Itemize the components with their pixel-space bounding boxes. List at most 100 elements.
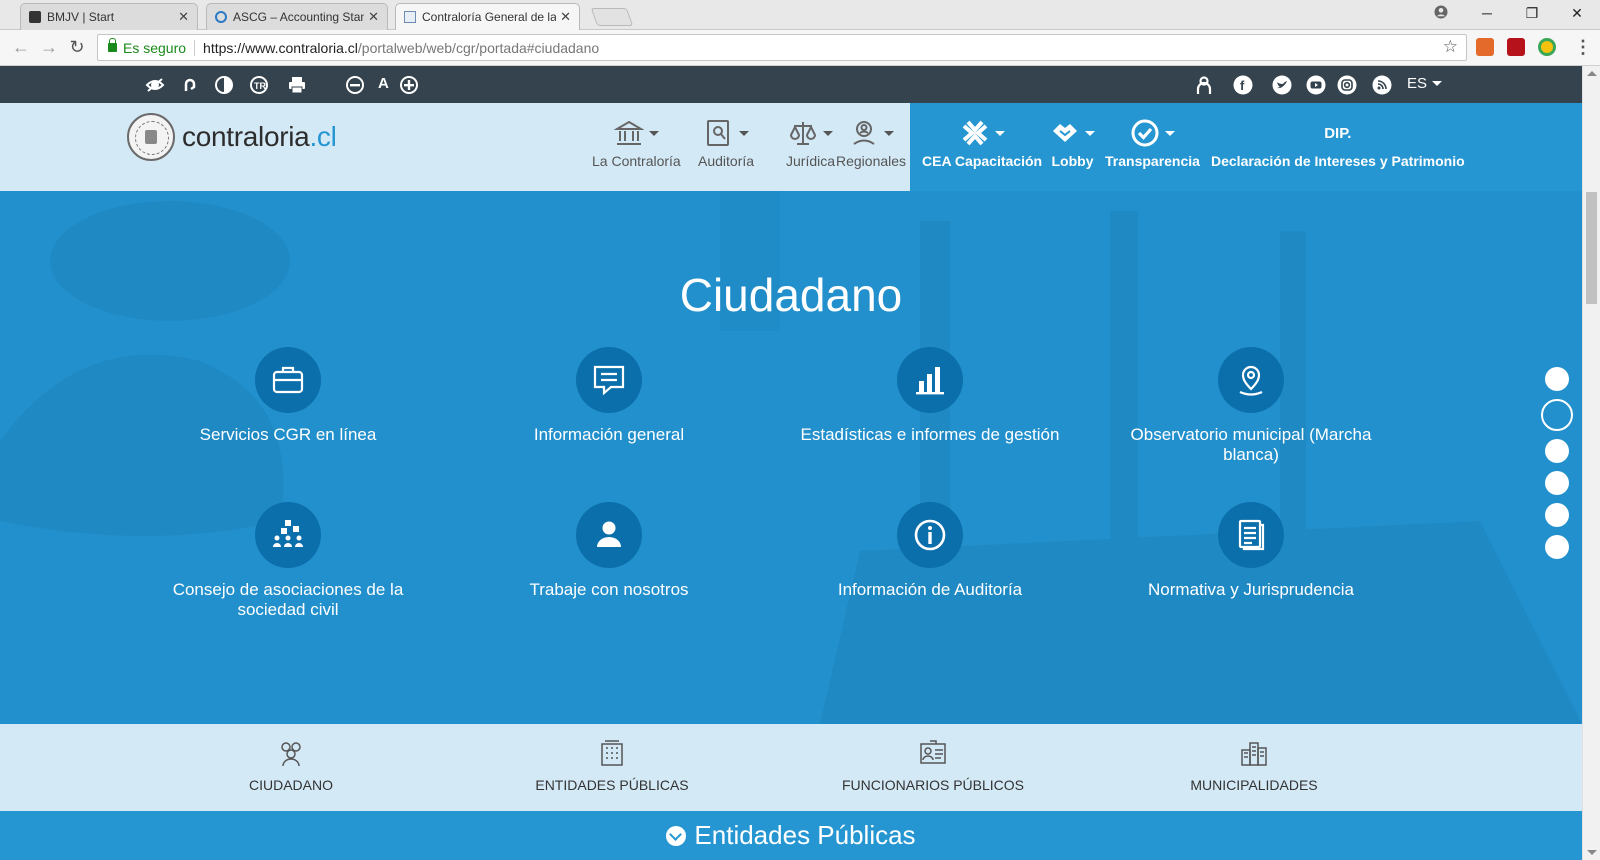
section-dot[interactable]	[1545, 367, 1569, 391]
nav-label: Lobby	[1051, 153, 1094, 169]
new-tab-button[interactable]	[590, 8, 634, 26]
section-entidades-publicas[interactable]: Entidades Públicas	[0, 811, 1582, 860]
section-dot[interactable]	[1545, 503, 1569, 527]
eagle-favicon-icon	[29, 11, 41, 23]
facebook-icon[interactable]: f	[1233, 75, 1253, 95]
font-size-a-icon[interactable]: A	[378, 75, 389, 92]
site-logo[interactable]: contraloria.cl	[127, 113, 337, 161]
nav-auditoria[interactable]: Auditoría	[698, 117, 754, 169]
chevron-down-icon	[1085, 130, 1095, 136]
section-dot[interactable]	[1545, 471, 1569, 495]
security-label: Es seguro	[123, 39, 196, 56]
service-informacion-auditoria[interactable]: Información de Auditoría	[770, 502, 1090, 600]
close-tab-icon[interactable]: ✕	[560, 9, 571, 25]
nav-la-contraloria[interactable]: La Contraloría	[592, 117, 681, 169]
user-icon	[597, 521, 621, 547]
scroll-down-arrow-icon[interactable]	[1587, 850, 1597, 855]
service-observatorio[interactable]: Observatorio municipal (Marcha blanca)	[1091, 347, 1411, 465]
restore-window-icon[interactable]: ❐	[1517, 5, 1547, 22]
minimize-window-icon[interactable]: ─	[1472, 5, 1502, 21]
bar-chart-icon	[916, 367, 944, 395]
nav-label: Declaración de Intereses y Patrimonio	[1211, 153, 1465, 169]
chevron-down-circle-icon	[666, 825, 687, 846]
section-dot-active[interactable]	[1541, 399, 1573, 431]
language-selector[interactable]: ES	[1407, 75, 1443, 92]
scroll-up-arrow-icon[interactable]	[1587, 71, 1597, 76]
service-label: Servicios CGR en línea	[199, 425, 377, 444]
nav-juridica[interactable]: Jurídica	[786, 117, 835, 169]
service-informacion-general[interactable]: Información general	[449, 347, 769, 445]
audience-label: MUNICIPALIDADES	[1190, 777, 1318, 793]
audience-tab-entidades[interactable]: ENTIDADES PÚBLICAS	[452, 738, 772, 793]
menu-kebab-icon[interactable]: ⋮	[1572, 37, 1594, 58]
tab-title: ASCG – Accounting Stanc	[233, 10, 365, 24]
scrollbar-thumb[interactable]	[1586, 192, 1597, 304]
pdf-extension-icon[interactable]	[1507, 38, 1525, 56]
chevron-down-icon	[738, 130, 749, 136]
browser-tab-active[interactable]: Contraloría General de la ✕	[395, 3, 580, 30]
chevron-down-icon	[1164, 130, 1175, 136]
url-host: https://www.contraloria.cl	[203, 39, 358, 56]
nav-cea-capacitacion[interactable]: CEA Capacitación	[922, 117, 1042, 169]
service-servicios-cgr[interactable]: Servicios CGR en línea	[128, 347, 448, 445]
audience-label: ENTIDADES PÚBLICAS	[535, 777, 689, 793]
nav-transparencia[interactable]: Transparencia	[1105, 117, 1200, 169]
nav-lobby[interactable]: Lobby	[1050, 117, 1095, 169]
service-estadisticas[interactable]: Estadísticas e informes de gestión	[770, 347, 1090, 445]
close-tab-icon[interactable]: ✕	[368, 9, 379, 25]
nav-regionales[interactable]: Regionales	[836, 117, 906, 169]
people-icon	[281, 742, 301, 767]
audience-tab-funcionarios[interactable]: FUNCIONARIOS PÚBLICOS	[773, 738, 1093, 793]
nav-label: La Contraloría	[592, 153, 681, 169]
office-extension-icon[interactable]	[1476, 38, 1494, 56]
chevron-down-icon	[994, 130, 1005, 136]
close-tab-icon[interactable]: ✕	[178, 9, 189, 25]
building-icon	[601, 740, 623, 766]
service-normativa[interactable]: Normativa y Jurisprudencia	[1091, 502, 1411, 600]
contrast-icon[interactable]	[214, 75, 234, 95]
youtube-icon[interactable]	[1306, 75, 1326, 95]
logo-name: contraloria	[182, 121, 310, 152]
language-label: ES	[1407, 75, 1428, 92]
section-dot[interactable]	[1545, 535, 1569, 559]
nav-declaracion[interactable]: DIP. Declaración de Intereses y Patrimon…	[1211, 117, 1465, 170]
back-arrow-icon[interactable]: ←	[10, 37, 32, 58]
section-dot[interactable]	[1545, 439, 1569, 463]
sign-language-icon[interactable]	[180, 75, 200, 95]
user-login-icon[interactable]	[1194, 75, 1214, 95]
hide-eye-icon[interactable]	[145, 75, 165, 95]
audience-tab-ciudadano[interactable]: CIUDADANO	[131, 738, 451, 793]
tab-title: BMJV | Start	[47, 10, 115, 24]
service-label: Normativa y Jurisprudencia	[1148, 580, 1354, 599]
document-icon	[1238, 519, 1265, 551]
chevron-down-icon	[883, 130, 894, 136]
browser-tab-strip: BMJV | Start ✕ ASCG – Accounting Stanc ✕…	[0, 0, 1600, 30]
print-icon[interactable]	[287, 75, 307, 95]
zoom-out-icon[interactable]	[345, 75, 365, 95]
url-path: /portalweb/web/cgr/portada#ciudadano	[357, 39, 600, 56]
section-dot-navigation	[1541, 367, 1573, 567]
section-title: Entidades Públicas	[694, 820, 916, 850]
accessibility-utility-bar: TR A f ES	[0, 66, 1582, 103]
audience-tab-municipalidades[interactable]: MUNICIPALIDADES	[1094, 738, 1414, 793]
forward-arrow-icon[interactable]: →	[38, 37, 60, 58]
profile-icon[interactable]	[1426, 5, 1456, 22]
sync-extension-icon[interactable]	[1538, 38, 1556, 56]
reload-icon[interactable]: ↻	[66, 37, 88, 58]
close-window-icon[interactable]: ✕	[1562, 5, 1592, 22]
twitter-icon[interactable]	[1272, 75, 1292, 95]
browser-tab[interactable]: ASCG – Accounting Stanc ✕	[206, 3, 388, 30]
service-consejo-asociaciones[interactable]: Consejo de asociaciones de la sociedad c…	[128, 502, 448, 620]
rss-icon[interactable]	[1372, 75, 1392, 95]
site-header: contraloria.cl La Contraloría Auditoría …	[0, 103, 1582, 191]
bookmark-star-icon[interactable]: ☆	[1443, 37, 1458, 57]
browser-tab[interactable]: BMJV | Start ✕	[20, 3, 198, 30]
page-scrollbar[interactable]	[1582, 66, 1600, 860]
service-trabaje-con-nosotros[interactable]: Trabaje con nosotros	[449, 502, 769, 600]
id-card-icon	[920, 740, 946, 764]
scales-icon	[790, 122, 817, 145]
text-mode-icon[interactable]: TR	[249, 75, 269, 95]
zoom-in-icon[interactable]	[399, 75, 419, 95]
address-bar[interactable]: Es seguro https://www.contraloria.cl/por…	[97, 34, 1467, 61]
instagram-icon[interactable]	[1337, 75, 1357, 95]
